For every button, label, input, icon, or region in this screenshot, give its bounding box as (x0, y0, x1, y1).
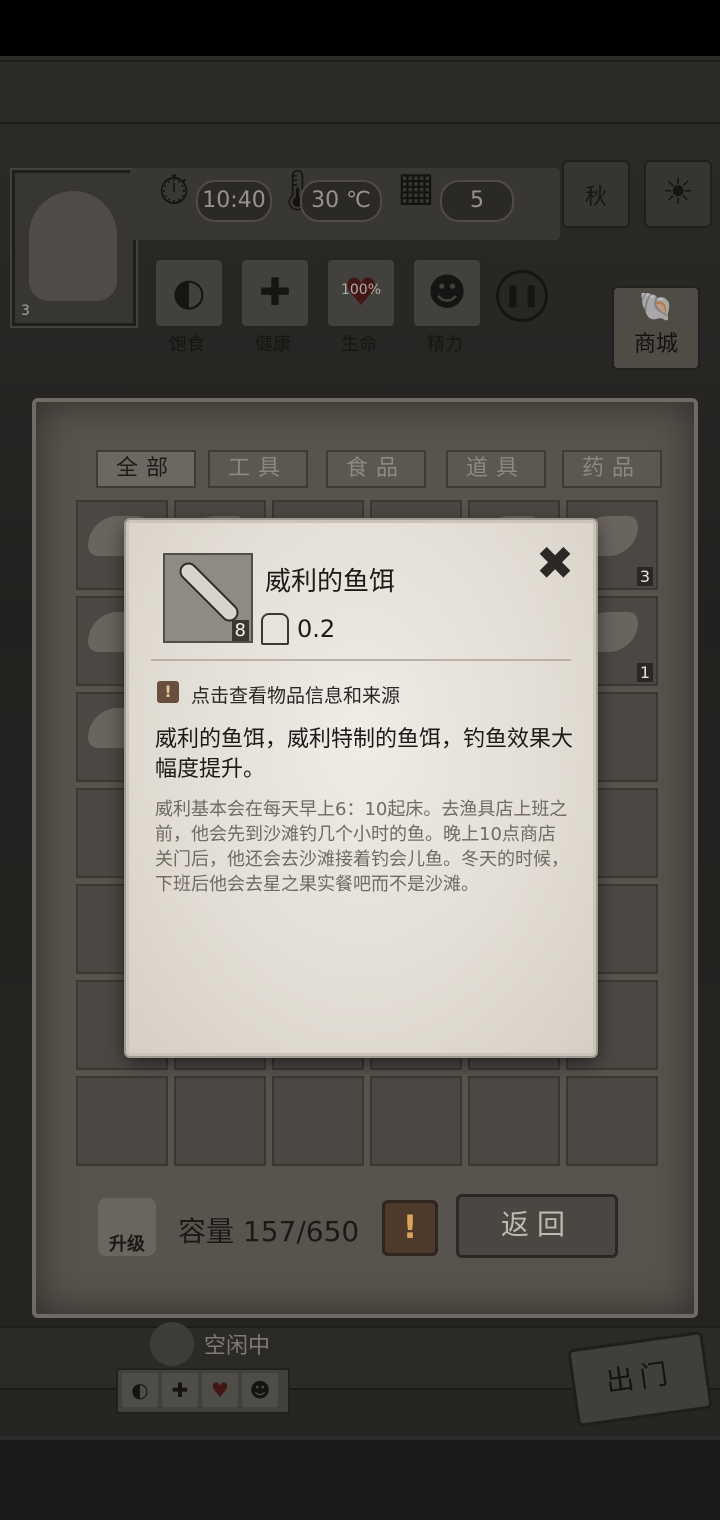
inventory-slot[interactable] (468, 1076, 560, 1166)
fishing-bait-icon (178, 561, 240, 623)
inventory-tabs: 全部 工具 食品 道具 药品 (96, 450, 662, 488)
navigation-bar (0, 1436, 720, 1520)
item-count: 8 (231, 620, 249, 641)
tab-tools[interactable]: 工具 (208, 450, 308, 488)
inventory-slot[interactable] (566, 1076, 658, 1166)
item-description: 威利的鱼饵，威利特制的鱼饵，钓鱼效果大幅度提升。 (155, 727, 574, 782)
slot-count: 1 (636, 663, 653, 682)
item-lore: 威利基本会在每天早上6：10起床。去渔具店上班之前，他会先到沙滩钓几个小时的鱼。… (155, 799, 569, 895)
tab-food[interactable]: 食品 (326, 450, 426, 488)
item-source-hint[interactable]: 点击查看物品信息和来源 (191, 681, 400, 708)
capacity-label: 容量 (178, 1215, 235, 1248)
info-button[interactable]: ! (382, 1200, 438, 1256)
upgrade-button[interactable]: 升级 (98, 1198, 156, 1256)
close-icon: ✖ (535, 536, 575, 590)
tab-all[interactable]: 全部 (96, 450, 196, 488)
capacity-display: 容量 157/650 (178, 1210, 359, 1250)
inventory-slot[interactable] (76, 1076, 168, 1166)
weight-icon (261, 613, 289, 645)
tab-medicine[interactable]: 药品 (562, 450, 662, 488)
item-name: 威利的鱼饵 (265, 567, 396, 597)
close-button[interactable]: ✖ (531, 539, 579, 587)
item-detail-popup: 8 威利的鱼饵 0.2 ✖ ! 点击查看物品信息和来源 威利的鱼饵，威利特制的鱼… (126, 520, 596, 1056)
status-bar (0, 0, 720, 56)
back-button[interactable]: 返回 (456, 1194, 618, 1258)
divider (151, 659, 571, 661)
inventory-footer: 升级 容量 157/650 ! 返回 (36, 1172, 694, 1282)
exclamation-icon[interactable]: ! (157, 681, 179, 703)
inventory-slot[interactable] (370, 1076, 462, 1166)
inventory-slot[interactable] (174, 1076, 266, 1166)
tab-props[interactable]: 道具 (446, 450, 546, 488)
inventory-slot[interactable] (272, 1076, 364, 1166)
item-weight: 0.2 (297, 615, 336, 643)
upgrade-label: 升级 (109, 1234, 145, 1255)
capacity-value: 157/650 (242, 1215, 360, 1248)
item-thumbnail: 8 (163, 553, 253, 643)
exclamation-icon: ! (402, 1208, 418, 1246)
slot-count: 3 (636, 567, 653, 586)
